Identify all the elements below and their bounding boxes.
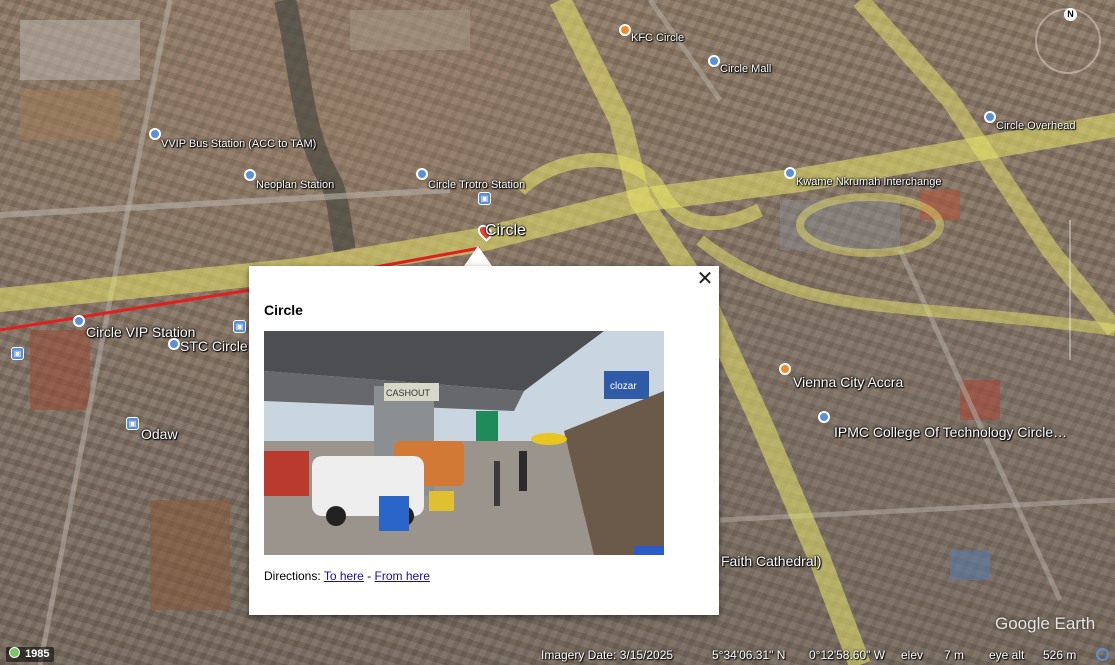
eye-alt-value: 526 m: [1043, 648, 1077, 662]
place-label-kfc[interactable]: KFC Circle: [631, 32, 684, 44]
place-pin-icon[interactable]: [984, 111, 996, 123]
place-pin-icon[interactable]: [73, 315, 85, 327]
bus-station-icon[interactable]: ▣: [478, 192, 491, 205]
place-label-odaw[interactable]: Odaw: [141, 426, 178, 442]
place-pin-icon[interactable]: [416, 168, 428, 180]
directions-separator: -: [363, 569, 375, 583]
elevation-value: 7 m: [944, 648, 965, 662]
place-label-kwame-nkrumah[interactable]: Kwame Nkrumah Interchange: [796, 176, 942, 188]
imagery-date: Imagery Date: 3/15/2025: [541, 648, 674, 662]
place-label-vvip[interactable]: VVIP Bus Station (ACC to TAM): [161, 138, 316, 150]
directions-from-here-link[interactable]: From here: [375, 569, 430, 583]
clock-icon: [9, 647, 20, 658]
restaurant-pin-icon[interactable]: [619, 24, 631, 36]
place-label-circle-overhead[interactable]: Circle Overhead: [996, 120, 1075, 132]
place-label-vienna[interactable]: Vienna City Accra: [793, 374, 903, 390]
place-label-trotro[interactable]: Circle Trotro Station: [428, 179, 525, 191]
place-label-faith-cathedral[interactable]: Faith Cathedral): [721, 553, 821, 569]
place-pin-icon[interactable]: [244, 169, 256, 181]
place-pin-icon[interactable]: [168, 338, 180, 350]
hotel-pin-icon[interactable]: [779, 363, 791, 375]
place-label-stc-circle[interactable]: STC Circle: [180, 338, 248, 354]
longitude-readout: 0°12'58.60" W: [809, 648, 886, 662]
elevation-label: elev: [901, 648, 924, 662]
place-label-ipmc[interactable]: IPMC College Of Technology Circle…: [834, 424, 1067, 440]
place-pin-icon[interactable]: [784, 167, 796, 179]
place-label-circle-mall[interactable]: Circle Mall: [720, 63, 771, 75]
photo-sign-clozar: clozar: [610, 381, 637, 392]
popup-pointer: [464, 246, 492, 266]
place-pin-icon[interactable]: [708, 55, 720, 67]
status-bar: 1985 Imagery Date: 3/15/2025 5°34'06.31"…: [0, 646, 1115, 665]
bus-station-icon[interactable]: ▣: [11, 347, 24, 360]
directions-to-here-link[interactable]: To here: [324, 569, 364, 583]
close-icon[interactable]: ✕: [695, 268, 715, 290]
train-station-icon[interactable]: ▣: [126, 417, 139, 430]
place-info-balloon: ✕ Circle CASHOUT clozar Directions: To h…: [249, 266, 719, 615]
year-value: 1985: [25, 648, 50, 660]
photo-sign-cashout: CASHOUT: [386, 388, 431, 398]
popup-title: Circle: [264, 302, 303, 318]
eye-alt-label: eye alt: [989, 648, 1025, 662]
directions-label: Directions:: [264, 569, 321, 583]
place-label-circle[interactable]: Circle: [485, 222, 526, 240]
north-indicator-icon[interactable]: N: [1064, 8, 1077, 21]
place-pin-icon[interactable]: [149, 128, 161, 140]
place-photo-image: CASHOUT clozar: [264, 331, 664, 555]
google-earth-logo: Google Earth: [995, 614, 1096, 633]
historical-imagery-year[interactable]: 1985: [6, 647, 54, 662]
place-pin-icon[interactable]: [818, 411, 830, 423]
place-label-neoplan[interactable]: Neoplan Station: [256, 179, 334, 191]
directions-row: Directions: To here - From here: [264, 569, 430, 583]
loading-status-icon: [1096, 648, 1109, 661]
latitude-readout: 5°34'06.31" N: [712, 648, 786, 662]
place-photo[interactable]: CASHOUT clozar: [264, 331, 664, 555]
bus-station-icon[interactable]: ▣: [233, 320, 246, 333]
